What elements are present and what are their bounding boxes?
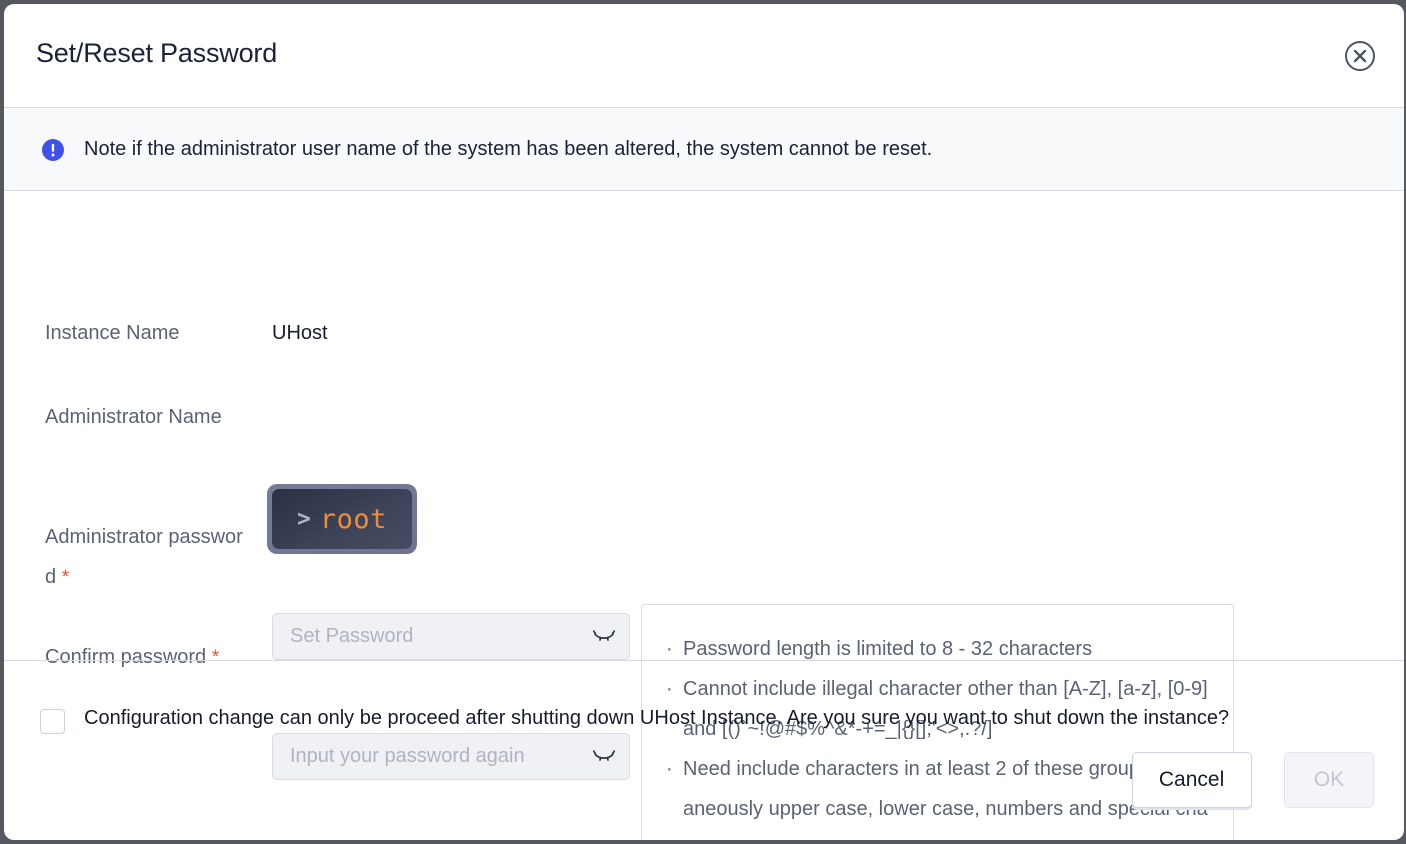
required-marker: * bbox=[61, 567, 70, 588]
administrator-name-terminal-badge[interactable]: > root bbox=[267, 484, 417, 554]
page-title: Set/Reset Password bbox=[36, 38, 278, 68]
set-reset-password-dialog: Set/Reset Password Note if the administr… bbox=[4, 4, 1404, 840]
password-rule-text: Need include characters in at least 2 of… bbox=[683, 758, 1208, 840]
close-icon[interactable] bbox=[1344, 40, 1376, 72]
confirm-password-field[interactable]: Input your password again bbox=[272, 733, 630, 780]
administrator-name-value: root bbox=[319, 503, 387, 535]
info-banner-text: Note if the administrator user name of t… bbox=[84, 138, 933, 160]
dialog-header: Set/Reset Password bbox=[4, 4, 1404, 108]
shutdown-confirm-checkbox[interactable] bbox=[40, 709, 65, 734]
administrator-password-field[interactable]: Set Password bbox=[272, 613, 630, 660]
eye-closed-icon[interactable] bbox=[592, 748, 616, 766]
password-rule-text: Password length is limited to 8 - 32 cha… bbox=[683, 638, 1093, 660]
administrator-name-terminal-inner: > root bbox=[272, 489, 412, 549]
shutdown-confirm-label: Configuration change can only be proceed… bbox=[84, 707, 1230, 729]
confirm-password-input[interactable]: Input your password again bbox=[290, 734, 525, 779]
administrator-password-label-text: Administrator password bbox=[45, 526, 243, 588]
instance-name-value: UHost bbox=[272, 322, 328, 344]
administrator-name-label: Administrator Name bbox=[45, 406, 222, 428]
instance-name-label: Instance Name bbox=[45, 322, 180, 344]
prompt-chevron-icon: > bbox=[297, 505, 311, 532]
eye-closed-icon[interactable] bbox=[592, 628, 616, 646]
exclamation-circle-icon bbox=[42, 139, 64, 161]
dialog-footer: Cancel OK bbox=[1131, 752, 1374, 808]
dialog-body: Instance Name UHost Administrator Name >… bbox=[4, 191, 1404, 840]
ok-button[interactable]: OK bbox=[1284, 752, 1374, 808]
shutdown-confirm-section: Configuration change can only be proceed… bbox=[4, 660, 1404, 736]
cancel-button[interactable]: Cancel bbox=[1131, 752, 1252, 808]
info-banner: Note if the administrator user name of t… bbox=[4, 108, 1404, 191]
bullet-icon: · bbox=[666, 758, 673, 780]
administrator-password-label: Administrator password * bbox=[45, 517, 245, 598]
password-rule-item: · Need include characters in at least 2 o… bbox=[666, 749, 1209, 840]
administrator-password-input[interactable]: Set Password bbox=[290, 614, 413, 659]
